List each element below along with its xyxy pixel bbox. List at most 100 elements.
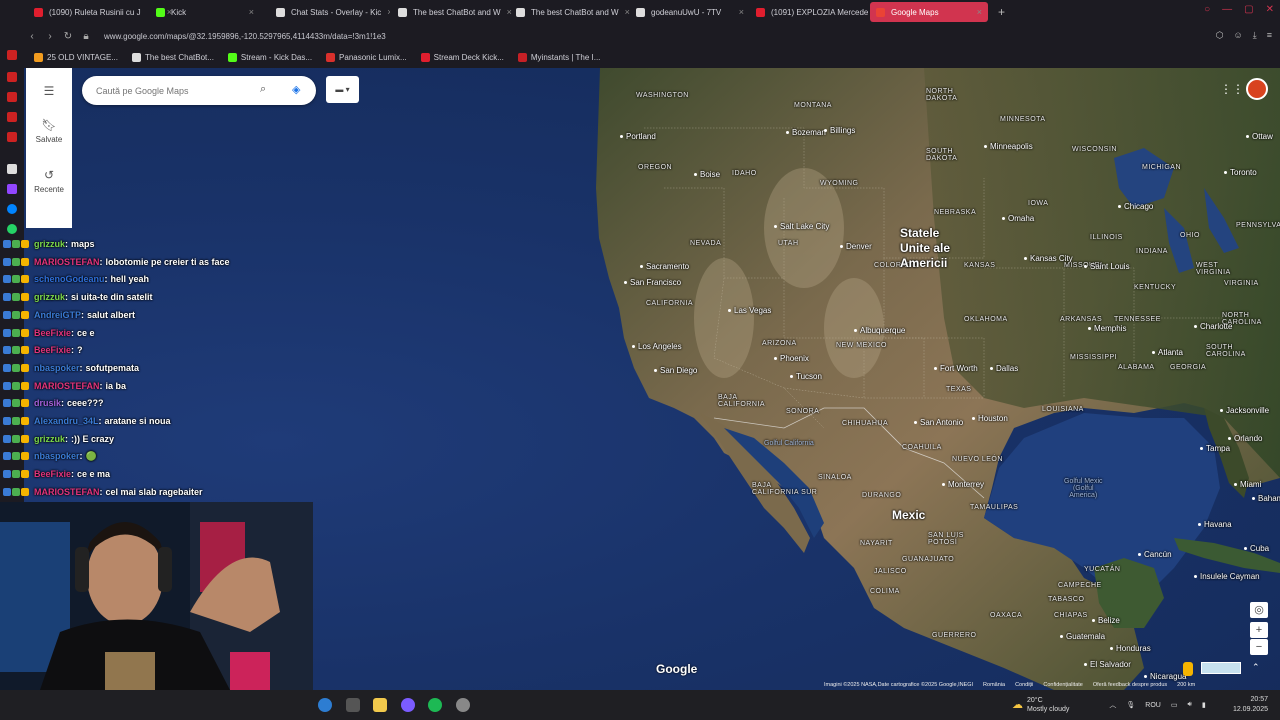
zoom-in-button[interactable]: + [1250,622,1268,638]
map-city-label[interactable]: Phoenix [774,354,809,363]
discord-icon[interactable] [401,698,415,712]
map-region-label[interactable]: VIRGINIA [1224,280,1259,287]
map-region-label[interactable]: CHIAPAS [1054,612,1088,619]
bookmark-item[interactable]: The best ChatBot... [131,52,214,62]
map-region-label[interactable]: DURANGO [862,492,901,499]
map-region-label[interactable]: INDIANA [1136,248,1168,255]
map-city-label[interactable]: Orlando [1228,434,1262,443]
tab-close-icon[interactable]: × [971,7,982,17]
bookmark-item[interactable]: 25 OLD VINTAGE... [34,52,118,62]
map-city-label[interactable]: San Diego [654,366,697,375]
map-city-label[interactable]: Fort Worth [934,364,978,373]
map-water-label[interactable]: Golful Mexic (Golful America) [1064,478,1103,499]
map-region-label[interactable]: NORTH DAKOTA [926,88,957,102]
browser-tab[interactable]: Kick × [150,2,260,22]
map-city-label[interactable]: Jacksonville [1220,406,1269,415]
map-region-label[interactable]: ARIZONA [762,340,797,347]
map-region-label[interactable]: CALIFORNIA [646,300,693,307]
taskbar-clock[interactable]: 20:57 12.09.2025 [1233,695,1268,715]
browser-tab[interactable]: Chat Stats - Overlay - Kic × [270,2,390,22]
map-city-label[interactable]: El Salvador [1084,660,1131,669]
map-region-label[interactable]: TABASCO [1048,596,1084,603]
map-city-label[interactable]: Chicago [1118,202,1153,211]
map-region-label[interactable]: LOUISIANA [1042,406,1084,413]
back-icon[interactable]: ‹ [24,31,40,42]
map-city-label[interactable]: San Antonio [914,418,963,427]
map-region-label[interactable]: KENTUCKY [1134,284,1176,291]
map-city-label[interactable]: Minneapolis [984,142,1033,151]
map-city-label[interactable]: Sacramento [640,262,689,271]
map-city-label[interactable]: Albuquerque [854,326,905,335]
map-region-label[interactable]: PENNSYLVA [1236,222,1280,229]
map-city-label[interactable]: Billings [824,126,855,135]
map-city-label[interactable]: Omaha [1002,214,1034,223]
map-country-label[interactable]: Statele Unite ale Americii [900,226,950,271]
layer-thumbnails[interactable] [1201,662,1241,674]
map-city-label[interactable]: Guatemala [1060,632,1105,641]
map-region-label[interactable]: MINNESOTA [1000,116,1046,123]
map-region-label[interactable]: SINALOA [818,474,852,481]
battery-icon[interactable]: ▮ [1202,701,1206,709]
map-city-label[interactable]: Dallas [990,364,1018,373]
map-city-label[interactable]: Havana [1198,520,1232,529]
map-region-label[interactable]: MONTANA [794,102,832,109]
browser-tab[interactable]: godeanuUwU - 7TV × [630,2,750,22]
map-region-label[interactable]: TAMAULIPAS [970,504,1018,511]
map-city-label[interactable]: Cancún [1138,550,1172,559]
bookmark-item[interactable]: Stream Deck Kick... [420,52,504,62]
zoom-out-button[interactable]: − [1250,639,1268,655]
tab-close-icon[interactable]: × [243,7,254,17]
reload-icon[interactable]: ↻ [60,31,76,42]
map-city-label[interactable]: Insulele Cayman [1194,572,1260,581]
attribution-item[interactable]: Oferă feedback despre produs [1093,682,1167,688]
map-region-label[interactable]: NEBRASKA [934,209,976,216]
language-indicator[interactable]: ROU [1145,702,1161,709]
map-city-label[interactable]: Bozeman [786,128,826,137]
map-region-label[interactable]: GUANAJUATO [902,556,954,563]
map-region-label[interactable]: JALISCO [874,568,907,575]
map-region-label[interactable]: TEXAS [946,386,971,393]
recent-button[interactable]: ↺ Recente [26,168,72,194]
map-region-label[interactable]: WEST VIRGINIA [1196,262,1231,276]
close-icon[interactable]: ✕ [1266,4,1274,15]
search-icon[interactable]: ○ [1204,4,1210,15]
map-city-label[interactable]: Memphis [1088,324,1126,333]
map-city-label[interactable]: Los Angeles [632,342,682,351]
map-region-label[interactable]: NUEVO LEÓN [952,456,1003,463]
layers-button[interactable]: ▬ ▾ [326,76,359,103]
browser-tab[interactable]: The best ChatBot and W × [510,2,630,22]
map-region-label[interactable]: CHIHUAHUA [842,420,888,427]
map-region-label[interactable]: NEW MEXICO [836,342,887,349]
map-region-label[interactable]: BAJA CALIFORNIA SUR [752,482,817,496]
map-region-label[interactable]: NEVADA [690,240,721,247]
map-city-label[interactable]: Ottaw [1246,132,1273,141]
weather-widget[interactable]: ☁ 20°C Mostly cloudy [1012,696,1069,714]
map-region-label[interactable]: WISCONSIN [1072,146,1117,153]
sidebar-app-icon[interactable] [7,132,17,142]
map-region-label[interactable]: OAXACA [990,612,1022,619]
download-icon[interactable]: ⤓ [1253,30,1257,41]
obs-icon[interactable] [456,698,470,712]
chevron-up-icon[interactable]: ︿ [1109,700,1116,710]
map-region-label[interactable]: BAJA CALIFORNIA [718,394,765,408]
map-region-label[interactable]: IDAHO [732,170,757,177]
volume-icon[interactable]: 🔊︎ [1187,701,1191,709]
bookmark-item[interactable]: Myinstants | The I... [517,52,600,62]
saved-button[interactable]: 🔖︎ Salvate [26,118,72,144]
map-city-label[interactable]: Houston [972,414,1008,423]
map-city-label[interactable]: Tampa [1200,444,1230,453]
map-city-label[interactable]: Las Vegas [728,306,771,315]
attribution-item[interactable]: România [983,682,1005,688]
browser-tab[interactable]: (1091) EXPLOZIA Mercede× [750,2,870,22]
minimize-icon[interactable]: — [1222,4,1232,15]
map-region-label[interactable]: TENNESSEE [1114,316,1161,323]
attribution-item[interactable]: Confidențialitate [1043,682,1082,688]
extensions-icon[interactable]: ⬡ [1216,30,1224,41]
menu-button[interactable]: ☰ [26,84,72,101]
map-city-label[interactable]: Boise [694,170,720,179]
forward-icon[interactable]: › [42,31,58,42]
map-city-label[interactable]: Monterrey [942,480,984,489]
map-region-label[interactable]: OHIO [1180,232,1200,239]
map-region-label[interactable]: GEORGIA [1170,364,1206,371]
search-icon[interactable]: ⌕ [260,83,274,97]
